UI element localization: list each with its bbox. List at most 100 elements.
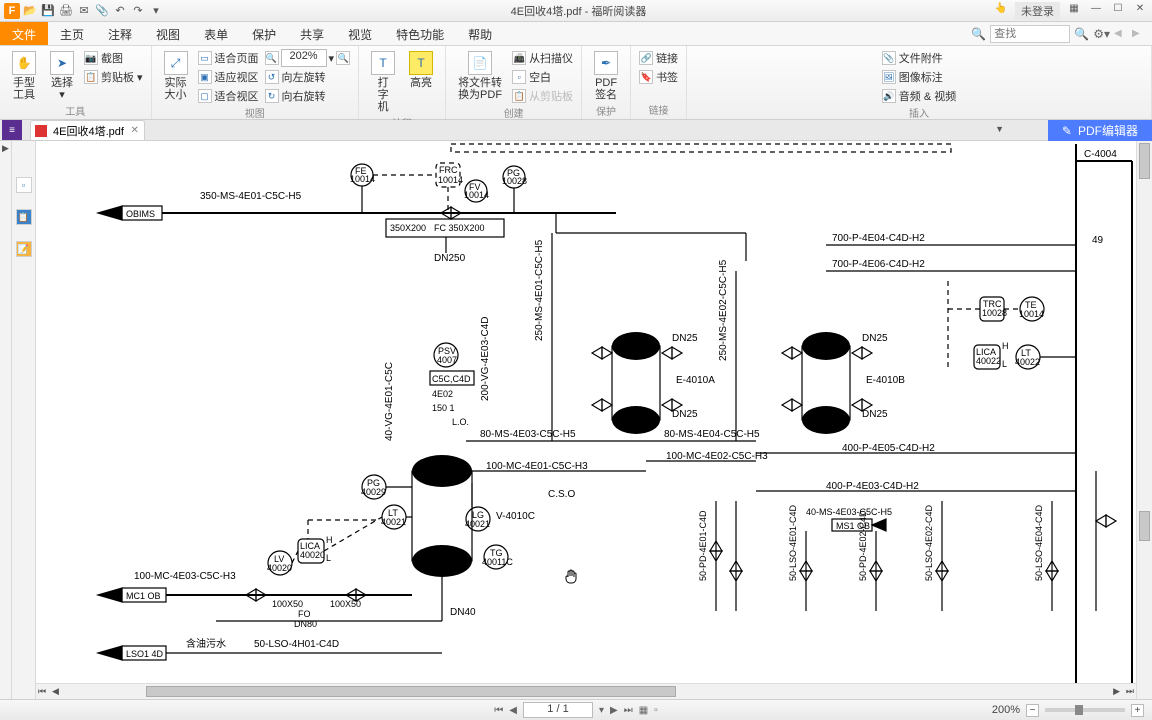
link-button[interactable]: 🔗链接 xyxy=(639,49,678,67)
document-tab-label: 4E回收4塔.pdf xyxy=(53,123,124,139)
rotate-left-button[interactable]: ↺向左旋转 xyxy=(265,68,351,86)
fitpage-icon: ▭ xyxy=(198,51,212,65)
bookmark-button[interactable]: 🔖书签 xyxy=(639,68,678,86)
tab-close-icon[interactable]: ✕ xyxy=(131,125,139,136)
hscroll-thumb[interactable] xyxy=(146,686,676,697)
zoom-knob[interactable] xyxy=(1075,705,1083,715)
save-icon[interactable]: 💾 xyxy=(40,3,56,19)
document-tab[interactable]: 4E回收4塔.pdf ✕ xyxy=(30,120,145,140)
next-page-icon[interactable]: ▶ xyxy=(610,705,618,716)
svg-text:DN40: DN40 xyxy=(450,607,476,618)
svg-text:H: H xyxy=(1002,341,1009,351)
svg-text:L: L xyxy=(326,553,331,563)
menu-comment[interactable]: 注释 xyxy=(96,22,144,45)
vscroll-thumb[interactable] xyxy=(1139,511,1150,541)
page-indicator[interactable]: 1 / 1 xyxy=(523,702,593,718)
menu-view[interactable]: 视图 xyxy=(144,22,192,45)
screenshot-button[interactable]: 📷截图 xyxy=(84,49,143,67)
convert-button[interactable]: 📄 将文件转换为PDF xyxy=(454,49,506,103)
rotate-right-button[interactable]: ↻向右旋转 xyxy=(265,87,351,105)
hscroll-start-icon[interactable]: ⏮ xyxy=(38,686,46,697)
tab-dropdown-icon[interactable]: ▼ xyxy=(995,124,1004,134)
fit-content-button[interactable]: ▣适应视区 xyxy=(198,68,259,86)
fit-view-button[interactable]: ▢适合视区 xyxy=(198,87,259,105)
attach-icon[interactable]: 📎 xyxy=(94,3,110,19)
grid-icon[interactable]: ▦ xyxy=(1066,3,1082,19)
maximize-icon[interactable]: ☐ xyxy=(1110,3,1126,19)
zoom-out-button[interactable]: − xyxy=(1026,704,1039,717)
minimize-icon[interactable]: — xyxy=(1088,3,1104,19)
hscroll-right-icon[interactable]: ▶ xyxy=(1113,686,1120,697)
quick-access-toolbar: F 📂 💾 🖨 ✉ 📎 ↶ ↷ ▾ xyxy=(4,3,164,19)
app-icon[interactable]: F xyxy=(4,3,20,19)
single-view-icon[interactable]: ▫ xyxy=(654,705,658,716)
fitcontent-icon: ▣ xyxy=(198,70,212,84)
menu-share[interactable]: 共享 xyxy=(288,22,336,45)
menu-read[interactable]: 视览 xyxy=(336,22,384,45)
pdf-sign-button[interactable]: ✒ PDF签名 xyxy=(590,49,622,103)
menu-form[interactable]: 表单 xyxy=(192,22,240,45)
find-icon[interactable]: 🔍 xyxy=(971,27,986,41)
horizontal-scrollbar[interactable]: ⏮ ◀ ▶ ⏭ xyxy=(36,683,1136,699)
first-page-icon[interactable]: ⏮ xyxy=(494,705,503,716)
hand-tool-button[interactable]: ✋ 手型工具 xyxy=(8,49,40,103)
mail-icon[interactable]: ✉ xyxy=(76,3,92,19)
expand-rail-icon[interactable]: ▶ xyxy=(2,141,9,154)
touch-icon[interactable]: 👆 xyxy=(993,3,1009,19)
zoom-slider[interactable] xyxy=(1045,708,1125,712)
prev-page-icon[interactable]: ◀ xyxy=(509,705,517,716)
actual-icon: ⤢ xyxy=(164,51,188,75)
open-icon[interactable]: 📂 xyxy=(22,3,38,19)
search-input[interactable] xyxy=(990,25,1070,43)
from-clipboard-button[interactable]: 📋从剪贴板 xyxy=(512,87,573,105)
actual-size-button[interactable]: ⤢ 实际大小 xyxy=(160,49,192,103)
thumb-view-icon[interactable]: ▦ xyxy=(639,705,648,716)
highlight-button[interactable]: T 高亮 xyxy=(405,49,437,91)
last-page-icon[interactable]: ⏭ xyxy=(624,705,633,716)
close-icon[interactable]: ✕ xyxy=(1132,3,1148,19)
clipboard-side-icon[interactable]: 📋 xyxy=(16,209,32,225)
nav-prev-icon[interactable]: ◀ xyxy=(1114,28,1128,39)
pdf-editor-badge[interactable]: ✎ PDF编辑器 xyxy=(1048,120,1152,141)
print-icon[interactable]: 🖨 xyxy=(58,3,74,19)
more-icon[interactable]: ▾ xyxy=(148,3,164,19)
file-attach-button[interactable]: 📎文件附件 xyxy=(882,49,956,67)
login-status[interactable]: 未登录 xyxy=(1015,2,1060,20)
zoom-fit-icon[interactable]: 🔍 xyxy=(336,51,350,65)
vertical-scrollbar[interactable] xyxy=(1136,141,1152,699)
find-run-icon[interactable]: 🔍 xyxy=(1074,27,1089,41)
page-view-icon[interactable]: ▫ xyxy=(16,177,32,193)
typewriter-button[interactable]: T 打字机 xyxy=(367,49,399,115)
settings-icon[interactable]: ⚙▾ xyxy=(1093,27,1110,41)
clipboard-button[interactable]: 📋剪贴板 ▾ xyxy=(84,68,143,86)
svg-text:4E02: 4E02 xyxy=(432,389,453,399)
svg-text:MC1 OB: MC1 OB xyxy=(126,591,161,601)
hscroll-left-icon[interactable]: ◀ xyxy=(52,686,59,697)
svg-text:L.O.: L.O. xyxy=(452,417,469,427)
note-side-icon[interactable]: 📝 xyxy=(16,241,32,257)
vscroll-thumb-top[interactable] xyxy=(1139,143,1150,179)
blank-button[interactable]: ▫空白 xyxy=(512,68,573,86)
svg-text:40029: 40029 xyxy=(361,487,386,497)
av-button[interactable]: 🔊音频 & 视频 xyxy=(882,87,956,105)
from-scanner-button[interactable]: 📠从扫描仪 xyxy=(512,49,573,67)
nav-next-icon[interactable]: ▶ xyxy=(1132,28,1146,39)
menu-protect[interactable]: 保护 xyxy=(240,22,288,45)
zoom-value[interactable]: 🔍202%▾ 🔍 xyxy=(265,49,351,67)
menu-home[interactable]: 主页 xyxy=(48,22,96,45)
zoom-in-button[interactable]: + xyxy=(1131,704,1144,717)
menu-special[interactable]: 特色功能 xyxy=(384,22,456,45)
image-annot-button[interactable]: 🖼图像标注 xyxy=(882,68,956,86)
undo-icon[interactable]: ↶ xyxy=(112,3,128,19)
fit-page-button[interactable]: ▭适合页面 xyxy=(198,49,259,67)
nav-panel-button[interactable]: ≡ xyxy=(2,120,22,140)
menu-file[interactable]: 文件 xyxy=(0,22,48,45)
page-dropdown-icon[interactable]: ▾ xyxy=(599,705,604,716)
redo-icon[interactable]: ↷ xyxy=(130,3,146,19)
menu-help[interactable]: 帮助 xyxy=(456,22,504,45)
hscroll-end-icon[interactable]: ⏭ xyxy=(1126,686,1134,697)
svg-text:E-4010B: E-4010B xyxy=(866,375,905,386)
document-canvas[interactable]: C-4004 49 OBIMS 350-MS-4E01-C5C-H5 FE100… xyxy=(36,141,1136,699)
svg-text:10014: 10014 xyxy=(464,190,489,200)
select-tool-button[interactable]: ➤ 选择▾ xyxy=(46,49,78,103)
